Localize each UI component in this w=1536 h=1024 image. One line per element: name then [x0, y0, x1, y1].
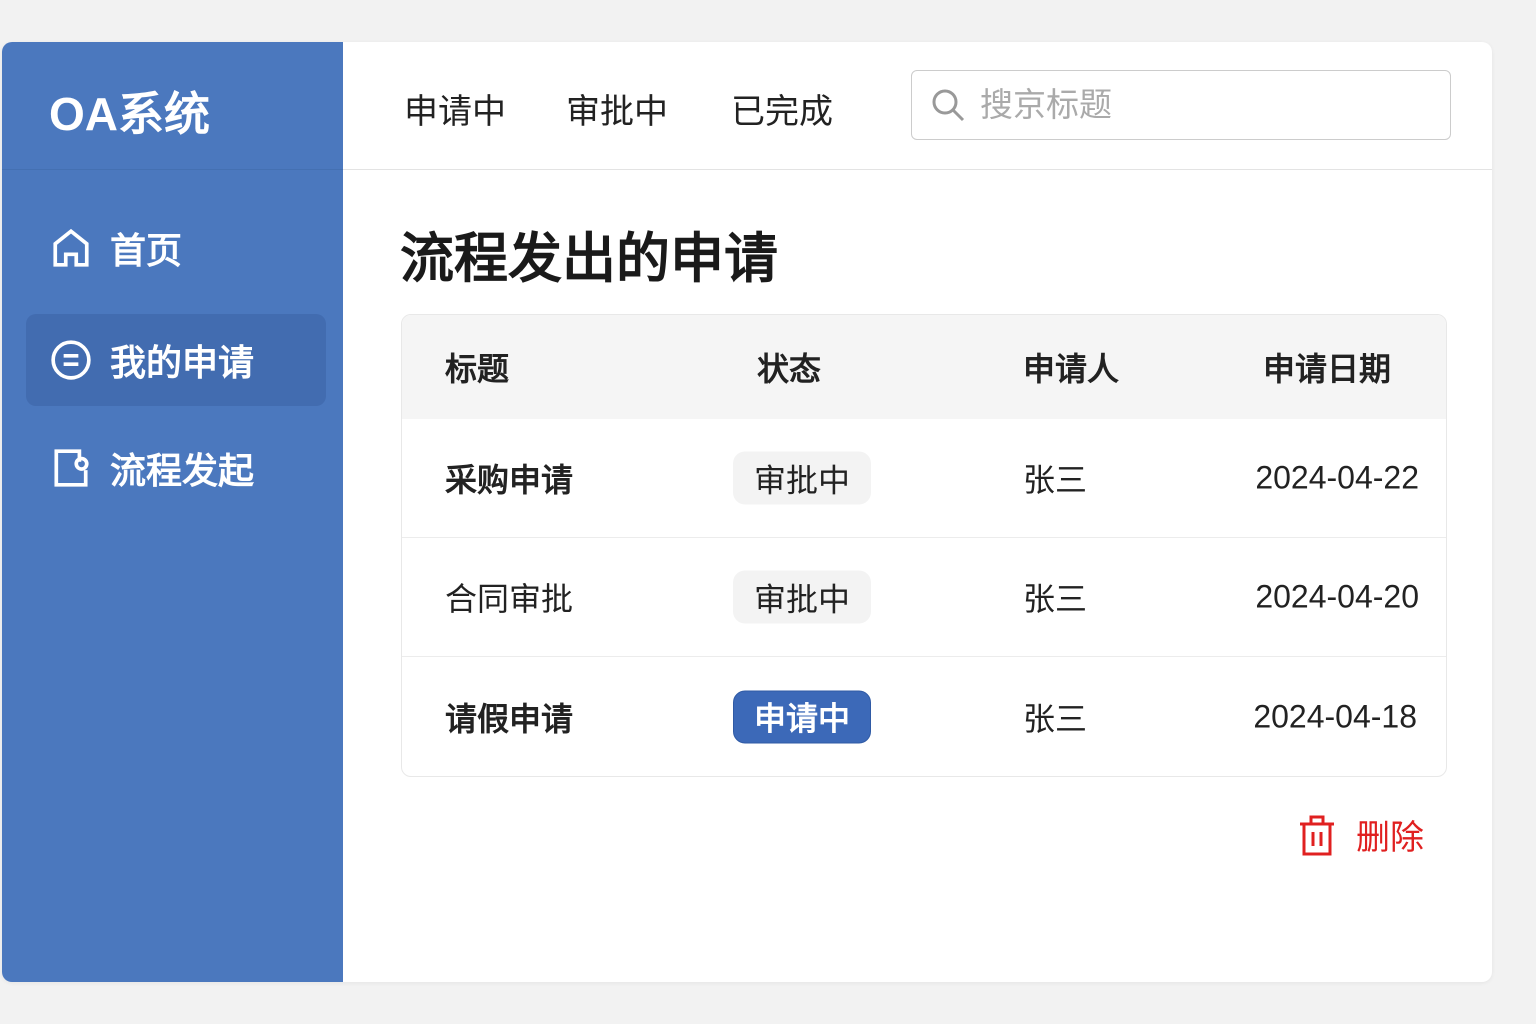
row-applicant: 张三	[1023, 462, 1088, 498]
search-icon	[932, 89, 965, 122]
table-row[interactable]: 合同审批 审批中 张三 2024-04-20	[402, 538, 1446, 657]
sidebar-item-home[interactable]: 首页	[26, 202, 326, 294]
document-edit-icon	[54, 449, 89, 487]
row-title: 采购申请	[445, 462, 574, 498]
row-title: 合同审批	[445, 581, 574, 617]
delete-button[interactable]: 删除	[1298, 810, 1424, 859]
applications-table: 标题 状态 申请人 申请日期 采购申请 审批中 张三 2024-04-22 合同…	[401, 314, 1447, 777]
status-badge: 审批中	[733, 451, 871, 505]
status-badge: 申请中	[733, 690, 871, 743]
table-row[interactable]: 采购申请 审批中 张三 2024-04-22	[402, 419, 1446, 538]
app-logo: OA系统	[2, 42, 343, 170]
table-header: 标题 状态 申请人 申请日期	[402, 315, 1446, 419]
row-date: 2024-04-22	[1255, 459, 1419, 496]
app-window: OA系统 首页 我的申请 流程发起 申请中 审批中 已完成 流程发出的申请 标题…	[2, 42, 1492, 982]
row-applicant: 张三	[1023, 581, 1088, 617]
sidebar: OA系统 首页 我的申请 流程发起	[2, 42, 343, 982]
main-content: 申请中 审批中 已完成 流程发出的申请 标题 状态 申请人 申请日期 采购申请 …	[343, 42, 1492, 982]
status-badge: 审批中	[733, 570, 871, 624]
tab-approving[interactable]: 审批中	[566, 84, 668, 133]
header-title: 标题	[445, 351, 510, 387]
tab-applying[interactable]: 申请中	[404, 84, 506, 133]
row-title: 请假申请	[445, 700, 574, 737]
row-date: 2024-04-20	[1255, 578, 1419, 615]
header-date: 申请日期	[1263, 351, 1392, 387]
top-bar: 申请中 审批中 已完成	[343, 42, 1492, 170]
tab-completed[interactable]: 已完成	[731, 84, 833, 133]
delete-label: 删除	[1356, 819, 1424, 857]
header-status: 状态	[757, 351, 822, 387]
sidebar-item-label: 流程发起	[110, 450, 255, 491]
header-applicant: 申请人	[1023, 351, 1120, 387]
home-icon	[53, 228, 89, 267]
page-title: 流程发出的申请	[400, 229, 778, 289]
list-circle-icon	[51, 340, 91, 380]
search-input[interactable]	[980, 86, 1440, 124]
search-box[interactable]	[911, 70, 1451, 140]
table-row[interactable]: 请假申请 申请中 张三 2024-04-18	[402, 657, 1446, 776]
row-applicant: 张三	[1023, 700, 1088, 737]
sidebar-item-start-process[interactable]: 流程发起	[26, 422, 326, 514]
row-date: 2024-04-18	[1253, 698, 1417, 734]
trash-icon	[1300, 815, 1334, 855]
sidebar-item-label: 首页	[110, 230, 183, 271]
sidebar-item-my-applications[interactable]: 我的申请	[26, 314, 326, 406]
sidebar-item-label: 我的申请	[110, 342, 255, 383]
